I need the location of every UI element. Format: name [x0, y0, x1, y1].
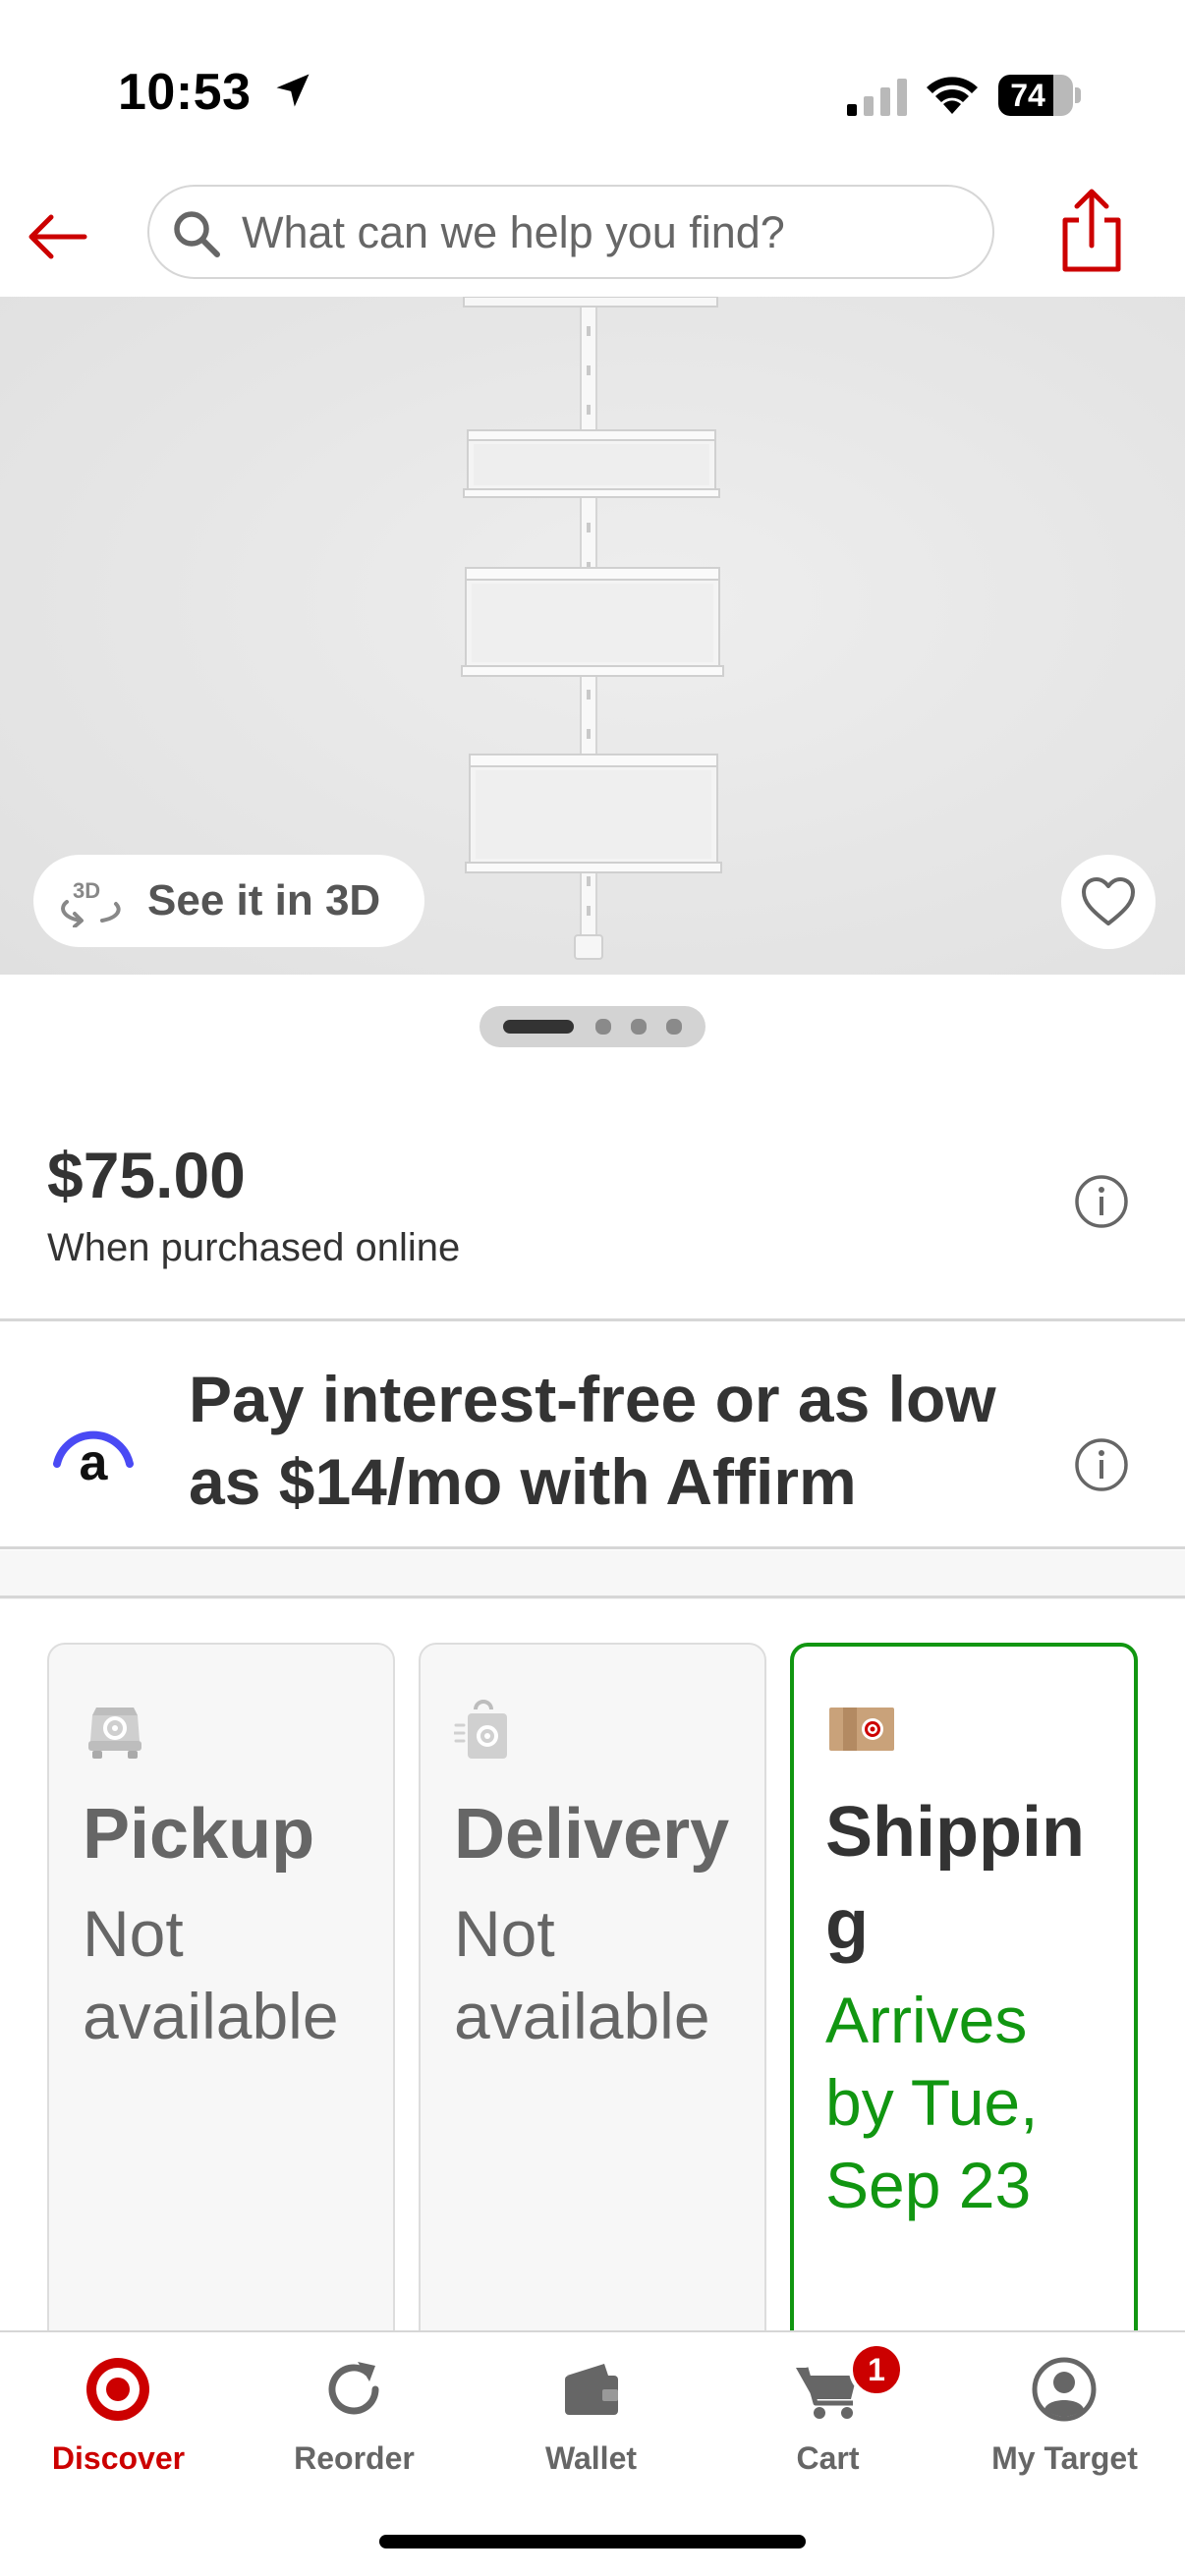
- nav-item-my-target[interactable]: My Target: [946, 2332, 1183, 2509]
- battery-indicator: 74: [998, 75, 1081, 116]
- divider: [0, 1318, 1185, 1321]
- cart-count-badge: 1: [849, 2342, 904, 2397]
- reorder-icon: [328, 2362, 379, 2415]
- fulfillment-title: Pickup: [83, 1795, 315, 1874]
- fulfillment-status: Arrives by Tue, Sep 23: [825, 1984, 1039, 2221]
- delivery-icon: [454, 1700, 507, 1759]
- search-bar[interactable]: [147, 185, 994, 279]
- home-indicator: [379, 2535, 806, 2548]
- fulfillment-status: Not available: [454, 1897, 710, 2052]
- product-detail-page: 10:53 74 What can we help you find? 3D S…: [0, 0, 1185, 2576]
- fulfillment-card-pickup[interactable]: Pickup Not available: [47, 1643, 395, 2370]
- status-time: 10:53: [118, 64, 252, 121]
- product-image-carousel[interactable]: 3D See it in 3D: [0, 297, 1185, 975]
- carousel-dot[interactable]: [503, 1020, 574, 1034]
- info-icon[interactable]: [1073, 1173, 1130, 1230]
- nav-label: Wallet: [544, 2440, 638, 2476]
- product-price: $75.00: [47, 1139, 246, 1211]
- carousel-pagination[interactable]: [480, 1006, 705, 1047]
- fulfillment-card-delivery[interactable]: Delivery Not available: [419, 1643, 766, 2370]
- status-bar: 10:53 74: [0, 0, 1185, 177]
- affirm-financing-banner[interactable]: a Pay interest-free or as low as $14/mo …: [0, 1322, 1185, 1546]
- nav-label: Reorder: [294, 2440, 415, 2476]
- wallet-icon: [565, 2364, 618, 2415]
- fulfillment-options: Pickup Not available Delivery Not availa…: [0, 1599, 1185, 2370]
- nav-label: Cart: [796, 2440, 860, 2476]
- carousel-dot[interactable]: [666, 1019, 682, 1035]
- nav-label: My Target: [991, 2440, 1138, 2476]
- location-arrow-icon: [276, 74, 310, 107]
- svg-text:3D: 3D: [73, 878, 100, 903]
- account-icon: [1032, 2357, 1097, 2422]
- divider: [0, 1596, 1185, 1598]
- affirm-logo-letter: a: [80, 1434, 109, 1482]
- share-icon[interactable]: [1057, 187, 1126, 275]
- nav-item-wallet[interactable]: Wallet: [473, 2332, 709, 2509]
- section-spacer: [0, 1550, 1185, 1599]
- see-in-3d-label: See it in 3D: [147, 876, 381, 924]
- nav-item-cart[interactable]: 1 Cart: [709, 2332, 946, 2509]
- carousel-dot[interactable]: [631, 1019, 647, 1035]
- wifi-icon: [927, 77, 978, 114]
- rotate-3d-icon: 3D: [61, 878, 121, 927]
- favorite-button[interactable]: [1061, 855, 1156, 949]
- shipping-box-icon: [829, 1708, 894, 1751]
- fulfillment-status: Not available: [83, 1897, 339, 2052]
- cellular-signal-icon: [847, 79, 907, 116]
- nav-item-discover[interactable]: Discover: [0, 2332, 237, 2509]
- affirm-logo-icon: a: [53, 1430, 134, 1482]
- price-section: $75.00 When purchased online: [0, 1100, 1185, 1320]
- fulfillment-title: Shipping: [825, 1793, 1085, 1964]
- nav-item-reorder[interactable]: Reorder: [236, 2332, 473, 2509]
- target-logo-icon: [86, 2358, 149, 2421]
- header: [0, 177, 1185, 297]
- back-arrow-icon[interactable]: [22, 200, 94, 273]
- see-in-3d-button[interactable]: 3D See it in 3D: [33, 855, 424, 947]
- search-input[interactable]: [242, 196, 969, 269]
- info-icon[interactable]: [1073, 1436, 1130, 1493]
- nav-label: Discover: [51, 2440, 186, 2476]
- divider: [0, 1546, 1185, 1549]
- carousel-dot[interactable]: [595, 1019, 611, 1035]
- search-icon: [174, 211, 220, 257]
- price-note: When purchased online: [47, 1226, 461, 1269]
- affirm-message: Pay interest-free or as low as $14/mo wi…: [189, 1363, 996, 1518]
- heart-icon: [1082, 877, 1135, 925]
- fulfillment-card-shipping[interactable]: Shipping Arrives by Tue, Sep 23: [790, 1643, 1138, 2370]
- battery-level: 74: [1010, 78, 1045, 113]
- pickup-icon: [88, 1708, 141, 1759]
- fulfillment-title: Delivery: [454, 1795, 730, 1874]
